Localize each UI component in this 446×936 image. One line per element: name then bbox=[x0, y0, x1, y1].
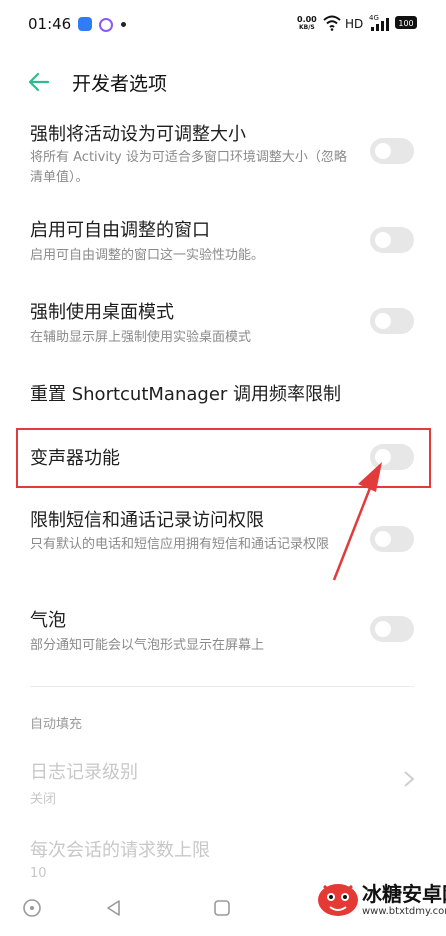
notification-app-icon bbox=[78, 17, 92, 31]
toggle-knob bbox=[375, 621, 391, 637]
assistant-nav-icon[interactable] bbox=[22, 898, 42, 918]
setting-subtitle: 只有默认的电话和短信应用拥有短信和通话记录权限 bbox=[30, 537, 330, 552]
more-notifications-dot-icon bbox=[121, 22, 126, 27]
setting-title: 强制使用桌面模式 bbox=[30, 302, 174, 323]
signal-label: 4G bbox=[369, 14, 379, 22]
setting-force-desktop-mode[interactable]: 强制使用桌面模式 在辅助显示屏上强制使用实验桌面模式 bbox=[0, 290, 446, 352]
toggle-switch[interactable] bbox=[370, 227, 414, 253]
setting-title: 限制短信和通话记录访问权限 bbox=[30, 510, 264, 531]
back-nav-icon[interactable] bbox=[104, 898, 124, 918]
setting-bubbles[interactable]: 气泡 部分通知可能会以气泡形式显示在屏幕上 bbox=[0, 598, 446, 660]
watermark-url: www.btxtdmy.com bbox=[362, 906, 446, 917]
setting-logging-level[interactable]: 日志记录级别 关闭 bbox=[0, 750, 446, 810]
setting-value: 10 bbox=[30, 866, 47, 881]
section-header-autofill: 自动填充 bbox=[30, 717, 83, 732]
notification-app-icon bbox=[99, 18, 113, 32]
toggle-knob bbox=[375, 232, 391, 248]
status-bar: 01:46 0.00 KB/S HD 4G 100 bbox=[0, 0, 446, 50]
network-speed-value: 0.00 bbox=[297, 15, 317, 24]
setting-title: 变声器功能 bbox=[30, 448, 120, 469]
hd-indicator: HD bbox=[345, 17, 364, 31]
setting-restrict-sms-call-log[interactable]: 限制短信和通话记录访问权限 只有默认的电话和短信应用拥有短信和通话记录权限 bbox=[0, 498, 446, 582]
wifi-icon bbox=[323, 15, 341, 31]
network-speed: 0.00 KB/S bbox=[297, 16, 317, 32]
status-time: 01:46 bbox=[28, 15, 72, 33]
toggle-switch[interactable] bbox=[370, 444, 414, 470]
setting-title: 重置 ShortcutManager 调用频率限制 bbox=[30, 384, 342, 405]
setting-subtitle: 将所有 Activity 设为可适合多窗口环境调整大小（忽略清单值）。 bbox=[30, 150, 347, 185]
setting-title: 气泡 bbox=[30, 610, 66, 631]
home-nav-icon[interactable] bbox=[212, 898, 232, 918]
watermark-logo bbox=[318, 884, 358, 916]
setting-voice-changer[interactable]: 变声器功能 bbox=[0, 432, 446, 484]
setting-freeform-windows[interactable]: 启用可自由调整的窗口 启用可自由调整的窗口这一实验性功能。 bbox=[0, 208, 446, 270]
toggle-knob bbox=[375, 449, 391, 465]
setting-title: 强制将活动设为可调整大小 bbox=[30, 124, 246, 145]
battery-icon: 100 bbox=[395, 16, 417, 29]
setting-subtitle: 启用可自由调整的窗口这一实验性功能。 bbox=[30, 248, 265, 263]
setting-title: 日志记录级别 bbox=[30, 762, 138, 783]
watermark-title: 冰糖安卓网 bbox=[362, 882, 446, 906]
watermark: 冰糖安卓网 www.btxtdmy.com bbox=[314, 866, 446, 936]
toggle-knob bbox=[375, 143, 391, 159]
setting-reset-shortcutmanager[interactable]: 重置 ShortcutManager 调用频率限制 bbox=[0, 372, 446, 416]
network-speed-unit: KB/S bbox=[299, 24, 315, 31]
setting-value: 关闭 bbox=[30, 792, 57, 807]
back-arrow-icon[interactable] bbox=[26, 69, 52, 95]
chevron-right-icon bbox=[404, 771, 415, 787]
section-divider bbox=[30, 686, 414, 687]
setting-title: 启用可自由调整的窗口 bbox=[30, 220, 210, 241]
toggle-knob bbox=[375, 313, 391, 329]
toggle-switch[interactable] bbox=[370, 616, 414, 642]
toggle-knob bbox=[375, 531, 391, 547]
setting-subtitle: 部分通知可能会以气泡形式显示在屏幕上 bbox=[30, 638, 265, 653]
cellular-signal-icon: 4G bbox=[369, 14, 389, 31]
app-bar: 开发者选项 bbox=[0, 52, 446, 112]
setting-subtitle: 在辅助显示屏上强制使用实验桌面模式 bbox=[30, 330, 252, 345]
setting-force-resizable-activities[interactable]: 强制将活动设为可调整大小 将所有 Activity 设为可适合多窗口环境调整大小… bbox=[0, 112, 446, 194]
toggle-switch[interactable] bbox=[370, 308, 414, 334]
page-title: 开发者选项 bbox=[72, 73, 168, 95]
toggle-switch[interactable] bbox=[370, 138, 414, 164]
setting-title: 每次会话的请求数上限 bbox=[30, 840, 210, 861]
toggle-switch[interactable] bbox=[370, 526, 414, 552]
